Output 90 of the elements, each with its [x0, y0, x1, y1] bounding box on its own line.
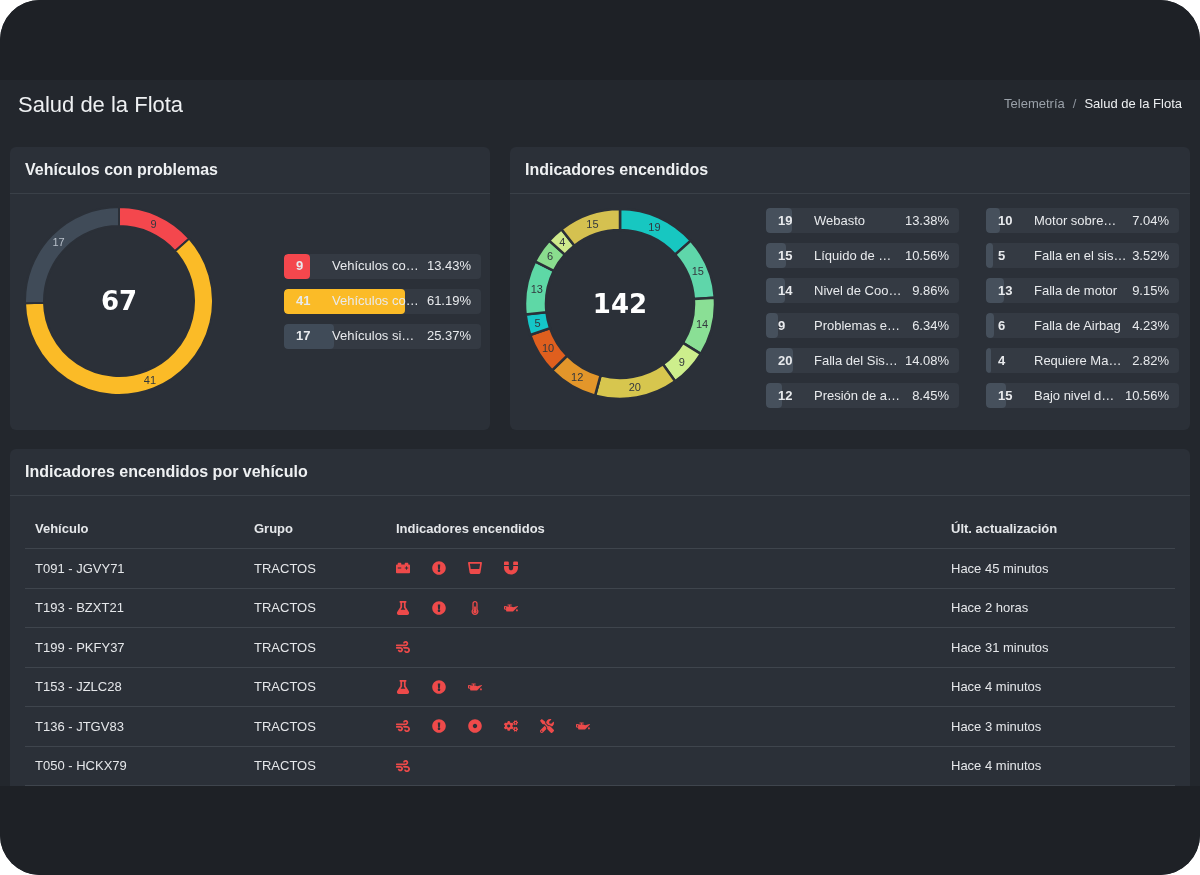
- vehicle-cell-text: T199 - PKFY37: [34, 638, 126, 657]
- segment-label: 10: [541, 342, 555, 355]
- legend-percent: 10.56%: [904, 246, 950, 265]
- card-title: Indicadores encendidos: [525, 160, 709, 180]
- legend-percent: 9.86%: [912, 281, 950, 300]
- legend-percent: 10.56%: [1124, 386, 1170, 405]
- legend-count: 6: [997, 316, 1007, 335]
- group-cell-text: TRACTOS: [253, 599, 317, 617]
- updated-cell-text: Hace 4 minutos: [950, 678, 1043, 696]
- legend-percent: 9.15%: [1132, 281, 1170, 300]
- card-title: Indicadores encendidos por vehículo: [25, 462, 308, 482]
- legend-count: 41: [295, 292, 312, 311]
- legend-count: 15: [997, 386, 1014, 405]
- group-cell-text: TRACTOS: [253, 559, 317, 578]
- segment-label: 4: [559, 236, 566, 249]
- segment-label: 12: [571, 370, 584, 383]
- segment-label: 6: [547, 250, 554, 263]
- group-cell-text: TRACTOS: [253, 717, 317, 736]
- updated-cell-text: Hace 3 minutos: [950, 717, 1043, 736]
- legend-percent: 3.52%: [1132, 246, 1170, 265]
- legend-count: 17: [295, 327, 312, 346]
- legend-label: Falla de Airbag: [1034, 316, 1122, 335]
- legend-count: 15: [777, 246, 794, 265]
- total-count: 67: [100, 284, 138, 318]
- legend-label: Falla de motor: [1034, 281, 1119, 300]
- legend-count: 9: [295, 257, 305, 276]
- vehicle-cell-text: T091 - JGVY71: [34, 559, 126, 578]
- breadcrumb-separator: /: [1072, 95, 1077, 114]
- legend-label: Vehículos si…: [332, 327, 416, 346]
- updated-cell-text: Hace 2 horas: [950, 599, 1030, 617]
- segment-label: 19: [648, 220, 661, 233]
- legend-count: 5: [997, 246, 1007, 265]
- segment-label: 9: [150, 217, 157, 230]
- legend-count: 13: [997, 281, 1014, 300]
- legend-label: Líquido de …: [814, 246, 893, 265]
- legend-label: Vehículos co…: [332, 257, 420, 276]
- legend-count: 14: [777, 281, 794, 300]
- legend-percent: 4.23%: [1132, 316, 1170, 335]
- segment-label: 9: [678, 355, 685, 368]
- legend-count: 9: [777, 316, 787, 335]
- legend-percent: 7.04%: [1132, 211, 1170, 230]
- legend-percent: 2.82%: [1132, 351, 1170, 370]
- legend-count: 20: [777, 351, 794, 370]
- legend-percent: 61.19%: [426, 292, 472, 311]
- legend-count: 10: [997, 211, 1014, 230]
- updated-cell-text: Hace 4 minutos: [950, 757, 1043, 775]
- legend-percent: 13.43%: [426, 257, 472, 276]
- segment-label: 17: [52, 235, 65, 248]
- vehicle-cell-text: T050 - HCKX79: [34, 757, 128, 775]
- segment-label: 13: [530, 283, 543, 296]
- legend-percent: 14.08%: [904, 351, 950, 370]
- segment-label: 15: [691, 265, 704, 278]
- legend-count: 4: [997, 351, 1007, 370]
- group-cell-text: TRACTOS: [253, 757, 317, 775]
- legend-percent: 25.37%: [426, 327, 472, 346]
- legend-label: Nivel de Coo…: [814, 281, 903, 300]
- segment-label: 5: [534, 316, 541, 329]
- legend-label: Presión de a…: [814, 386, 901, 405]
- legend-label: Webasto: [814, 211, 867, 230]
- legend-count: 19: [777, 211, 794, 230]
- page-title: Salud de la Flota: [18, 90, 184, 119]
- segment-label: 14: [695, 318, 709, 331]
- legend-percent: 6.34%: [912, 316, 950, 335]
- vehicle-cell-text: T193 - BZXT21: [34, 599, 125, 617]
- legend-count: 12: [777, 386, 794, 405]
- legend-label: Motor sobre…: [1034, 211, 1118, 230]
- vehicle-cell-text: T136 - JTGV83: [34, 717, 125, 736]
- legend-label: Bajo nivel d…: [1034, 386, 1116, 405]
- card-title: Vehículos con problemas: [25, 160, 218, 180]
- group-cell-text: TRACTOS: [253, 638, 317, 657]
- legend-percent: 13.38%: [904, 211, 950, 230]
- legend-percent: 8.45%: [912, 386, 950, 405]
- updated-cell-text: Hace 31 minutos: [950, 638, 1050, 657]
- legend-label: Requiere Ma…: [1034, 351, 1123, 370]
- legend-label: Falla del Sis…: [814, 351, 899, 370]
- total-count: 142: [592, 287, 648, 321]
- breadcrumb-item[interactable]: Telemetría: [1004, 94, 1065, 114]
- legend-label: Falla en el sis…: [1034, 246, 1128, 265]
- column-header: Últ. actualización: [950, 520, 1059, 539]
- segment-label: 41: [143, 373, 157, 386]
- segment-label: 20: [628, 381, 641, 394]
- vehicle-cell-text: T153 - JZLC28: [34, 678, 123, 696]
- column-header: Vehículo: [34, 520, 90, 539]
- segment-label: 15: [586, 218, 599, 231]
- legend-label: Problemas e…: [814, 316, 901, 335]
- column-header: Indicadores encendidos: [395, 520, 546, 539]
- group-cell-text: TRACTOS: [253, 678, 317, 696]
- column-header: Grupo: [253, 520, 294, 539]
- updated-cell-text: Hace 45 minutos: [950, 559, 1050, 578]
- breadcrumb-item: Salud de la Flota: [1084, 95, 1182, 114]
